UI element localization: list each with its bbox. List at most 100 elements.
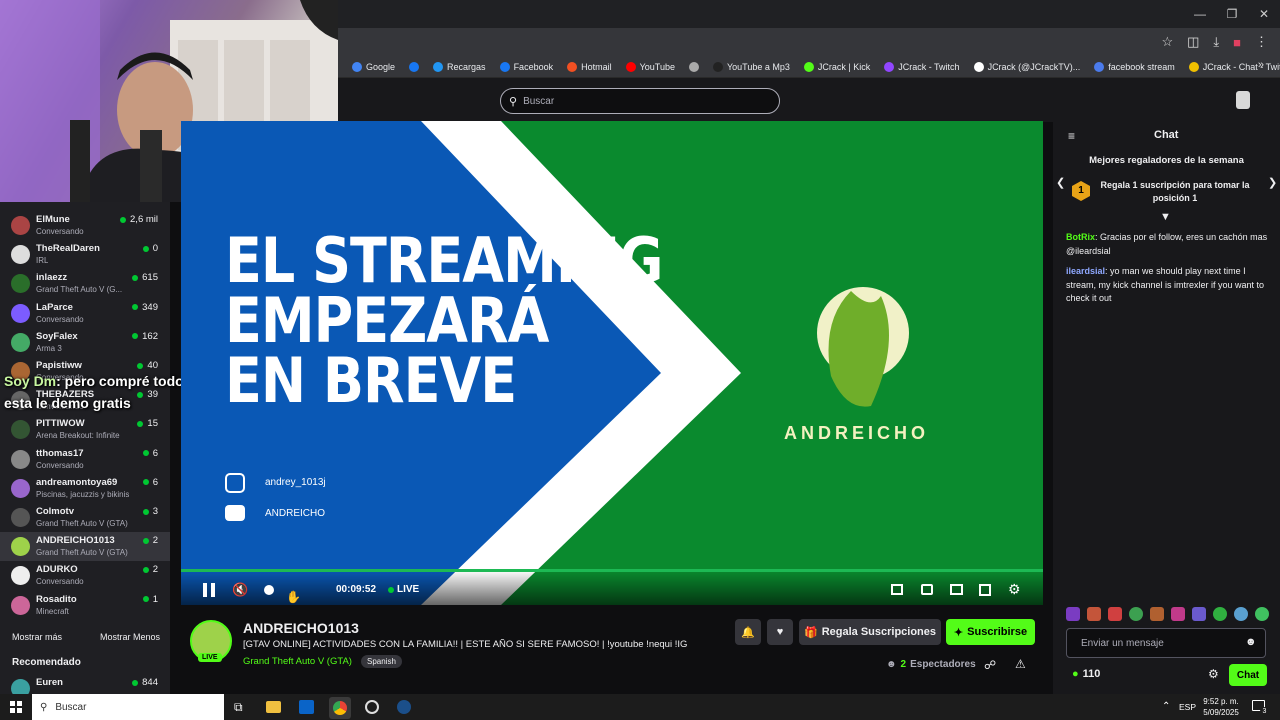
fullscreen-icon[interactable] — [979, 584, 991, 596]
collapse-chat-icon[interactable]: ≡ — [1068, 129, 1075, 143]
bookmark-item[interactable]: Facebook — [499, 62, 553, 72]
emote-icon[interactable] — [1171, 607, 1185, 621]
viewer-number: 2,6 mil — [130, 214, 158, 225]
input-language[interactable]: ESP — [1179, 702, 1196, 712]
pinned-toggle-icon[interactable]: ▼ — [1160, 211, 1171, 223]
emoji-icon[interactable]: ☻ — [1245, 636, 1257, 648]
sidebar-channel-item[interactable]: TheRealDaren IRL 0 — [0, 240, 170, 269]
sidebar-channel-item[interactable]: SoyFalex Arma 3 162 — [0, 328, 170, 357]
avatar — [11, 478, 30, 498]
steam-icon[interactable] — [397, 700, 411, 714]
file-explorer-icon[interactable] — [266, 701, 281, 713]
sidebar-channel-item[interactable]: LaParce Conversando 349 — [0, 299, 170, 328]
sidebar-channel-item[interactable]: ElMune Conversando 2,6 mil — [0, 211, 170, 240]
sidebar-channel-item[interactable]: ADURKO Conversando 2 — [0, 561, 170, 590]
follow-heart-button[interactable]: ♥ — [767, 619, 793, 645]
bookmark-item[interactable]: YouTube — [625, 62, 675, 72]
bookmark-item[interactable]: YouTube a Mp3 — [712, 62, 790, 72]
chat-input[interactable]: Enviar un mensaje — [1066, 628, 1266, 658]
star-icon[interactable]: ☆ — [1161, 34, 1173, 50]
mute-icon[interactable]: 🔇 — [232, 582, 248, 598]
bookmark-item[interactable]: Google — [352, 62, 395, 72]
language-tag[interactable]: Spanish — [361, 655, 402, 668]
taskbar-search[interactable]: ⚲ Buscar — [32, 694, 224, 720]
show-less-link[interactable]: Mostrar Menos — [100, 632, 160, 642]
emote-icon[interactable] — [1108, 607, 1122, 621]
subscribe-button[interactable]: ✦ Suscribirse — [946, 619, 1035, 645]
avatar — [11, 216, 30, 235]
gift-subs-button[interactable]: 🎁 Regala Suscripciones — [799, 619, 941, 645]
emote-icon[interactable] — [1213, 607, 1227, 621]
minimize-icon[interactable]: — — [1184, 0, 1216, 28]
chevron-right-icon[interactable]: » — [1258, 59, 1264, 71]
sidebar-channel-item[interactable]: PITTIWOW Arena Breakout: Infinite 15 — [0, 415, 170, 444]
bookmark-item[interactable]: JCrack - Twitch — [884, 62, 960, 72]
avatar — [11, 303, 30, 323]
stream-category[interactable]: Grand Theft Auto V (GTA) — [243, 656, 352, 667]
live-dot — [142, 537, 149, 544]
chrome-icon[interactable] — [329, 697, 351, 719]
miniplayer-icon[interactable] — [891, 584, 903, 595]
channel-name[interactable]: ANDREICHO1013 — [243, 620, 359, 636]
report-icon[interactable]: ⚠ — [1015, 657, 1026, 671]
bookmark-item[interactable]: JCrack - Chat - Twitch — [1188, 62, 1280, 72]
task-view-icon[interactable]: ⧉ — [234, 700, 243, 715]
outlook-icon[interactable] — [299, 700, 314, 714]
emote-icon[interactable] — [1234, 607, 1248, 621]
recommended-channel[interactable]: Euren 844 — [0, 674, 170, 694]
bookmark-item[interactable]: facebook stream — [1094, 62, 1175, 72]
sidebar-channel-item[interactable]: andreamontoya69 Piscinas, jacuzzis y biki… — [0, 474, 170, 503]
chat-settings-icon[interactable]: ⚙ — [1208, 667, 1219, 681]
obs-icon[interactable] — [365, 700, 379, 714]
bookmark-item[interactable] — [688, 62, 699, 72]
sidebar-channel-item[interactable]: tthomas17 Conversando 6 — [0, 445, 170, 474]
channel-points[interactable]: ● 110 — [1072, 668, 1100, 680]
profile-icon[interactable]: ■ — [1233, 35, 1241, 50]
bookmark-item[interactable]: Recargas — [433, 62, 486, 72]
chevron-left-icon[interactable]: ❮ — [1056, 176, 1065, 189]
channel-category: Arma 3 — [36, 343, 62, 353]
emote-icon[interactable] — [1066, 607, 1080, 621]
emote-icon[interactable] — [1255, 607, 1269, 621]
download-icon[interactable]: ⤓ — [1213, 34, 1219, 50]
emote-icon[interactable] — [1129, 607, 1143, 621]
chat-send-button[interactable]: Chat — [1229, 664, 1267, 686]
tray-chevron-icon[interactable]: ⌃ — [1162, 701, 1170, 712]
chat-username[interactable]: ileardsial — [1066, 266, 1105, 276]
extensions-icon[interactable]: ◫ — [1187, 34, 1199, 50]
taskbar-clock[interactable]: 9:52 p. m. 5/09/2025 — [1201, 696, 1241, 718]
notification-bell-button[interactable]: 🔔 — [735, 619, 761, 645]
bookmark-item[interactable]: JCrack | Kick — [803, 62, 870, 72]
close-icon[interactable]: ✕ — [1248, 0, 1280, 28]
volume-slider-knob[interactable] — [264, 585, 274, 595]
chat-username[interactable]: BotRix — [1066, 232, 1095, 242]
theater-icon[interactable] — [950, 584, 963, 595]
user-avatar[interactable] — [1236, 91, 1250, 109]
windows-start-icon[interactable] — [10, 701, 22, 713]
show-more-link[interactable]: Mostrar más — [12, 632, 62, 642]
progress-bar[interactable] — [181, 569, 1043, 572]
emote-icon[interactable] — [1087, 607, 1101, 621]
restore-icon[interactable]: ❐ — [1216, 0, 1248, 28]
emote-icon[interactable] — [1150, 607, 1164, 621]
sidebar-channel-item[interactable]: inlaezz Grand Theft Auto V (G... 615 — [0, 269, 170, 298]
pause-icon[interactable] — [203, 583, 215, 597]
window-controls: — ❐ ✕ — [1184, 0, 1280, 28]
bookmark-item[interactable]: Hotmail — [567, 62, 612, 72]
share-icon[interactable]: ☍ — [984, 658, 996, 672]
clip-icon[interactable] — [921, 584, 933, 595]
chevron-right-icon[interactable]: ❯ — [1268, 176, 1277, 189]
video-player[interactable]: EL STREAMING EMPEZARÁ EN BREVE andrey_10… — [181, 121, 1043, 605]
stream-time: 00:09:52 — [336, 584, 377, 595]
emote-icon[interactable] — [1192, 607, 1206, 621]
sidebar-channel-item[interactable]: ANDREICHO1013 Grand Theft Auto V (GTA) 2 — [0, 532, 170, 562]
sidebar-channel-item[interactable]: Colmotv Grand Theft Auto V (GTA) 3 — [0, 503, 170, 532]
bookmark-item[interactable] — [409, 62, 420, 72]
viewer-number: 6 — [152, 476, 158, 488]
gear-icon[interactable]: ⚙ — [1008, 581, 1021, 598]
menu-icon[interactable]: ⋮ — [1255, 34, 1268, 50]
viewer-count: 6 — [142, 476, 158, 488]
search-input[interactable]: ⚲ Buscar — [500, 88, 780, 114]
bookmark-item[interactable]: JCrack (@JCrackTV)... — [973, 62, 1080, 72]
sidebar-channel-item[interactable]: Rosadito Minecraft 1 — [0, 591, 170, 620]
